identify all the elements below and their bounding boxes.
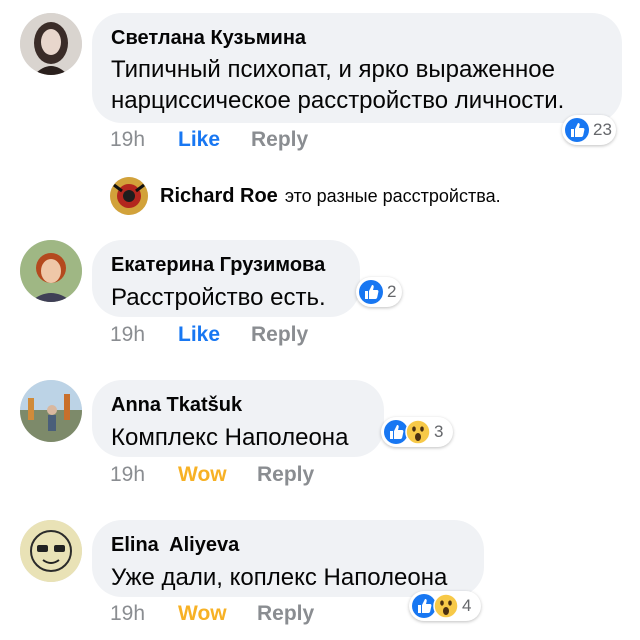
reaction-count: 2 (387, 282, 397, 301)
reply-button[interactable]: Reply (251, 126, 308, 154)
wow-icon (433, 593, 459, 619)
comment-author[interactable]: Elina Aliyeva (111, 532, 464, 558)
comment-author[interactable]: Светлана Кузьмина (111, 25, 602, 51)
like-icon (564, 117, 590, 143)
like-button[interactable]: Like (178, 321, 220, 349)
comment-actions: 19h Like Reply (110, 321, 410, 349)
comment-text-line: нарциссическое расстройство личности. (111, 87, 565, 114)
reaction-count: 23 (593, 120, 612, 139)
comment-text: Типичный психопат, и ярко выраженное нар… (111, 54, 602, 116)
avatar-richard[interactable] (110, 177, 148, 215)
avatar-ekaterina[interactable] (20, 240, 82, 302)
comment-author[interactable]: Екатерина Грузимова (111, 252, 340, 278)
reaction-count: 3 (434, 422, 444, 441)
reaction-summary[interactable]: 23 (562, 115, 616, 145)
like-button[interactable]: Like (178, 126, 220, 154)
nested-reply: Richard Roe это разные расстройства. (110, 176, 501, 216)
comment-bubble: Anna Tkatšuk Комплекс Наполеона (92, 380, 384, 457)
reply-author[interactable]: Richard Roe (160, 185, 278, 208)
comment-text: Комплекс Наполеона (111, 424, 349, 451)
comment-timestamp[interactable]: 19h (110, 126, 145, 154)
comment-text: Расстройство есть. (111, 284, 326, 311)
reaction-summary[interactable]: 2 (356, 277, 402, 307)
comment-text: Уже дали, коплекс Наполеона (111, 564, 448, 591)
avatar-anna[interactable] (20, 380, 82, 442)
comment-actions: 19h Wow Reply (110, 600, 410, 628)
wow-button[interactable]: Wow (178, 600, 227, 628)
avatar-svetlana[interactable] (20, 13, 82, 75)
comment-timestamp[interactable]: 19h (110, 461, 145, 489)
comment-timestamp[interactable]: 19h (110, 600, 145, 628)
avatar-elina[interactable] (20, 520, 82, 582)
comment-bubble: Екатерина Грузимова Расстройство есть. (92, 240, 360, 317)
like-icon (358, 279, 384, 305)
wow-icon (405, 419, 431, 445)
reaction-summary[interactable]: 3 (381, 417, 453, 447)
comment-timestamp[interactable]: 19h (110, 321, 145, 349)
reply-button[interactable]: Reply (257, 600, 314, 628)
comment-actions: 19h Like Reply (110, 126, 410, 154)
comment-actions: 19h Wow Reply (110, 461, 410, 489)
wow-button[interactable]: Wow (178, 461, 227, 489)
comment-bubble: Elina Aliyeva Уже дали, коплекс Наполеон… (92, 520, 484, 597)
reply-button[interactable]: Reply (251, 321, 308, 349)
reply-text: это разные расстройства. (284, 185, 501, 206)
reaction-summary[interactable]: 4 (409, 591, 481, 621)
reply-button[interactable]: Reply (257, 461, 314, 489)
reaction-count: 4 (462, 596, 472, 615)
comment-author[interactable]: Anna Tkatšuk (111, 392, 364, 418)
comment-bubble: Светлана Кузьмина Типичный психопат, и я… (92, 13, 622, 123)
comment-text-line: Типичный психопат, и ярко выраженное (111, 56, 555, 83)
